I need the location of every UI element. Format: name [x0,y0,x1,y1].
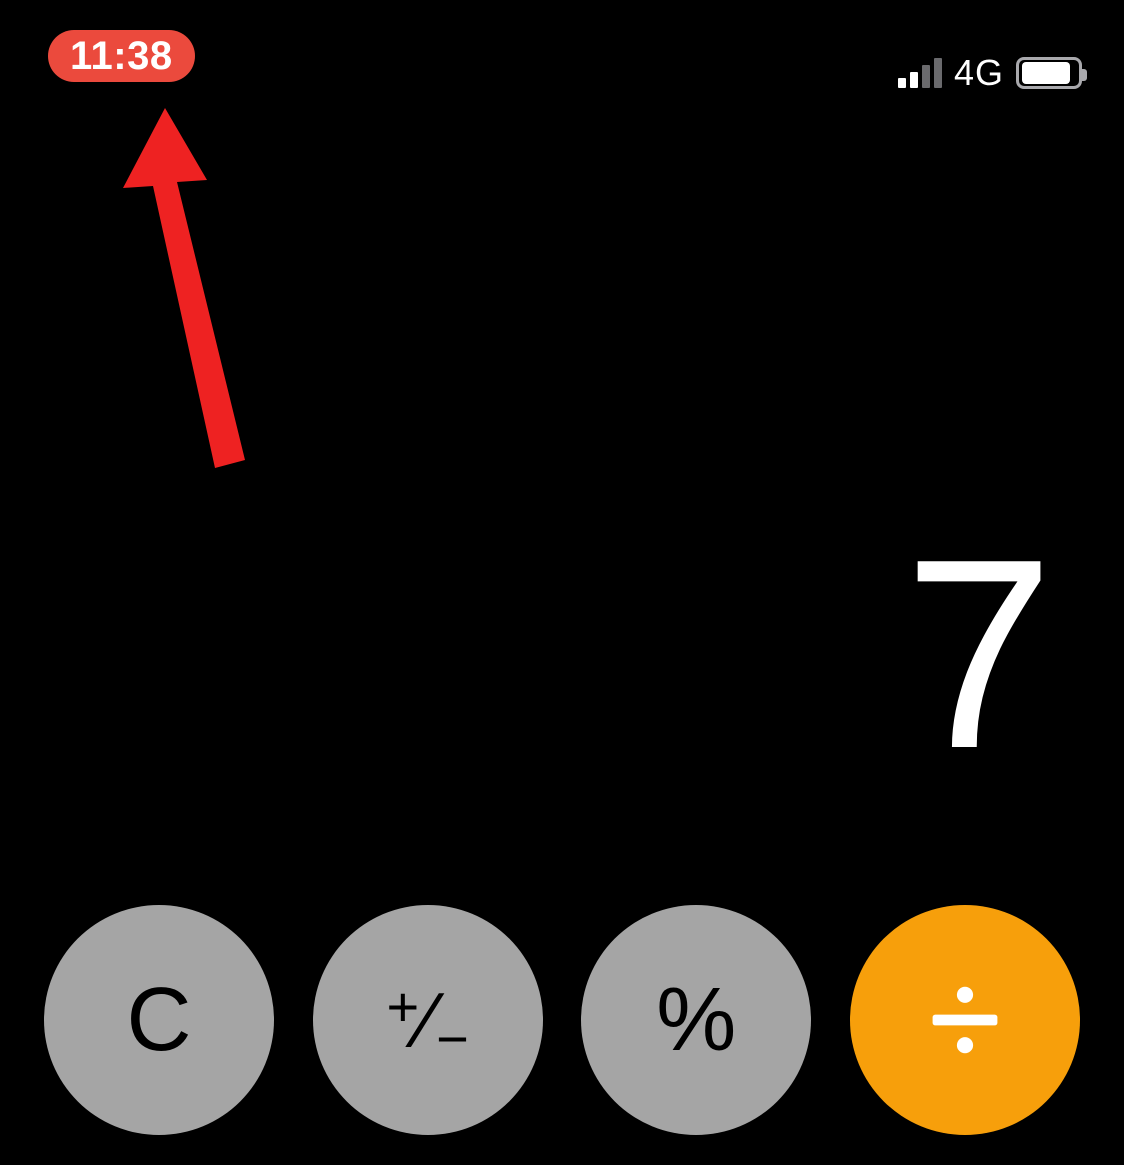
status-right: 4G [898,52,1082,94]
screen: 11:38 4G 7 C +⁄− % [0,0,1124,1165]
clear-button[interactable]: C [44,905,274,1135]
time-pill[interactable]: 11:38 [48,30,195,82]
cellular-signal-icon [898,58,942,88]
plus-minus-button[interactable]: +⁄− [313,905,543,1135]
clear-button-label: C [127,969,192,1072]
percent-button-label: % [656,969,736,1072]
divide-button[interactable] [850,905,1080,1135]
percent-button[interactable]: % [581,905,811,1135]
annotation-arrow-icon [115,108,255,468]
divide-icon [920,975,1010,1065]
status-bar: 11:38 4G [0,0,1124,110]
battery-icon [1016,57,1082,89]
plus-minus-icon: +⁄− [313,905,543,1135]
battery-fill [1022,62,1070,84]
network-type-label: 4G [954,52,1004,94]
calculator-button-row: C +⁄− % [0,905,1124,1165]
calculator-display: 7 [904,520,1054,790]
